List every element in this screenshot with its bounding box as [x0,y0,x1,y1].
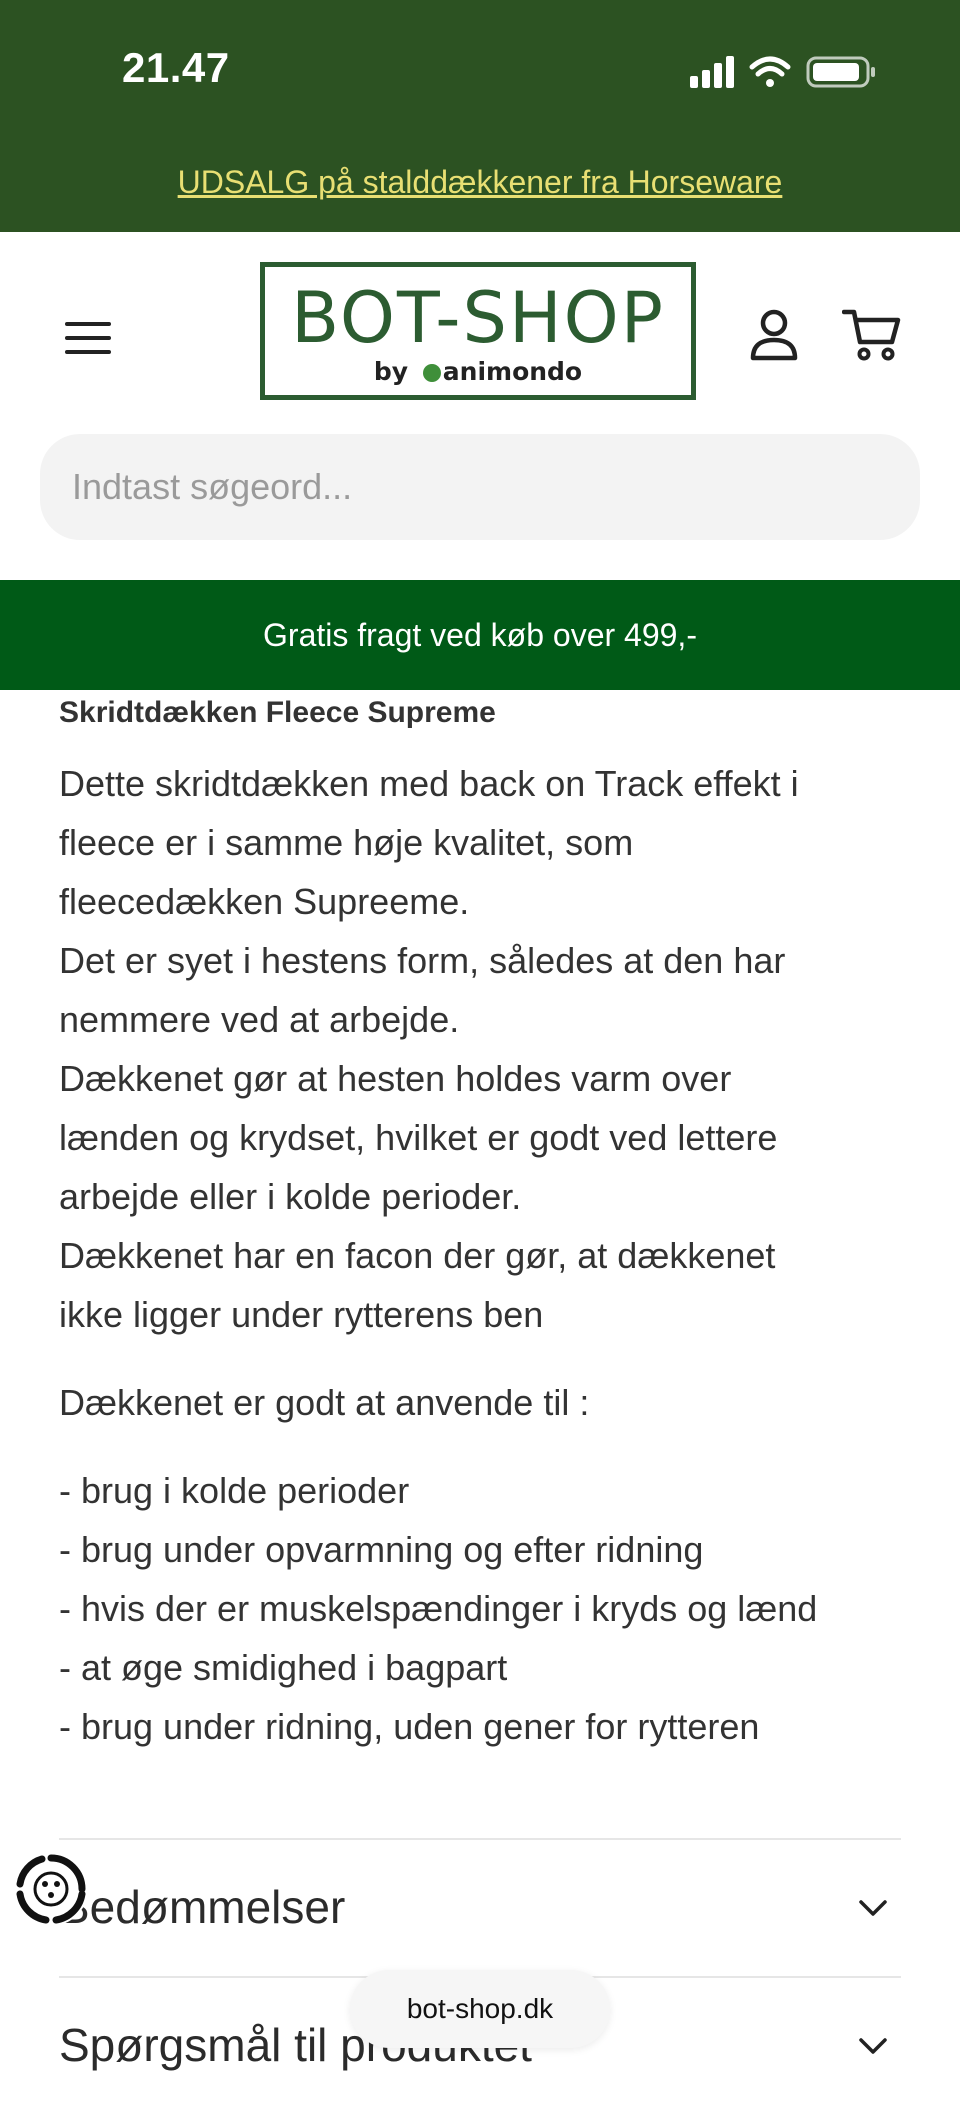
search-input[interactable] [40,434,920,540]
description-line: arbejde eller i kolde perioder. [59,1176,522,1217]
list-item: - hvis der er muskelspændinger i kryds o… [59,1588,818,1629]
accessibility-widget-icon[interactable] [14,1852,88,1926]
wifi-icon [749,56,791,87]
description-line: Dette skridtdækken med back on Track eff… [59,763,799,804]
use-intro: Dækkenet er godt at anvende til : [59,1382,590,1423]
description-line: Det er syet i hestens form, således at d… [59,940,786,981]
site-header: BOT-SHOP by animondo [0,232,960,580]
product-title: Skridtdækken Fleece Supreme [59,696,496,729]
logo-subtext: by animondo [265,357,691,386]
status-icons [690,56,875,88]
battery-icon [806,56,875,88]
leaf-icon [422,364,441,382]
logo-brand: animondo [442,357,583,386]
signal-icon [690,56,734,88]
cart-icon[interactable] [842,306,902,362]
description-line: lænden og krydset, hvilket er godt ved l… [59,1117,778,1158]
top-banner: 21.47 UDSALG på stalddækkener fra Horsew… [0,0,960,232]
description-line: Dækkenet gør at hesten holdes varm over [59,1058,732,1099]
accordion-label: Bedømmelser [59,1881,346,1933]
list-item: - at øge smidighed i bagpart [59,1647,508,1688]
description-paragraph: Dette skridtdækken med back on Track eff… [59,754,919,1344]
use-list: - brug i kolde perioder - brug under opv… [59,1461,919,1756]
accordion-reviews[interactable]: Bedømmelser [59,1838,901,1978]
logo-by: by [373,357,409,386]
sale-announcement-link[interactable]: UDSALG på stalddækkener fra Horseware [0,164,960,201]
description-line: Dækkenet har en facon der gør, at dækken… [59,1235,776,1276]
account-icon[interactable] [748,306,800,362]
product-description: Skridtdækken Fleece Supreme Dette skridt… [59,690,919,1756]
status-time: 21.47 [122,44,230,91]
url-bar[interactable]: bot-shop.dk [350,1970,610,2048]
list-item: - brug under ridning, uden gener for ryt… [59,1706,760,1747]
free-shipping-bar: Gratis fragt ved køb over 499,- [0,580,960,690]
description-line: nemmere ved at arbejde. [59,999,460,1040]
list-item: - brug under opvarmning og efter ridning [59,1529,704,1570]
site-logo[interactable]: BOT-SHOP by animondo [260,262,696,400]
list-item: - brug i kolde perioder [59,1470,410,1511]
description-line: fleece er i samme høje kvalitet, som [59,822,634,863]
description-line: ikke ligger under rytterens ben [59,1294,544,1335]
chevron-down-icon [859,1900,887,1916]
menu-icon[interactable] [60,310,116,366]
chevron-down-icon [859,2038,887,2054]
logo-text: BOT-SHOP [291,277,665,359]
description-line: fleecedækken Supreeme. [59,881,470,922]
